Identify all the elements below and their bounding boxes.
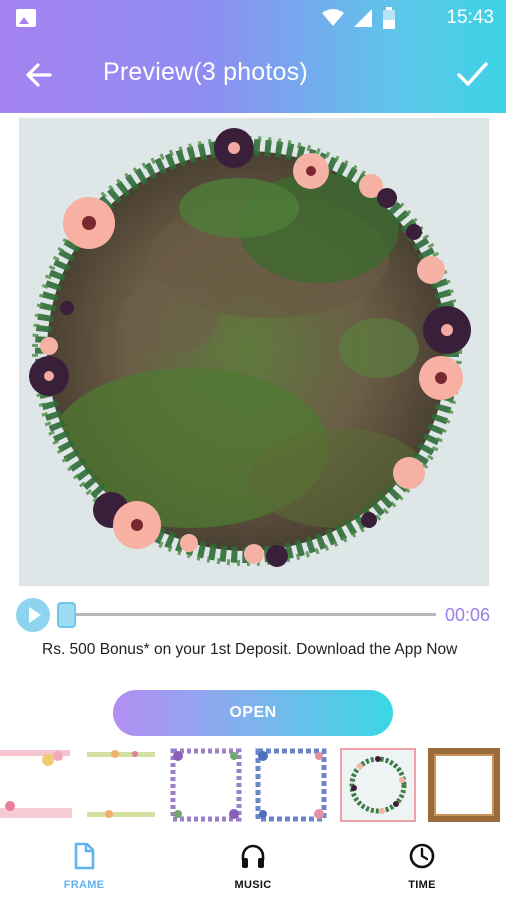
progress-thumb[interactable] <box>57 602 76 628</box>
bottom-navigation: FRAME MUSIC TIME <box>0 832 506 900</box>
nav-time-label: TIME <box>408 879 436 891</box>
nav-frame[interactable]: FRAME <box>44 842 124 898</box>
check-icon[interactable] <box>454 56 490 92</box>
frame-option-6[interactable] <box>428 748 500 822</box>
arrow-left-icon[interactable] <box>22 58 56 92</box>
nav-frame-label: FRAME <box>63 879 105 891</box>
signal-icon <box>354 9 372 27</box>
app-header: Preview(3 photos) <box>0 36 506 113</box>
page-title: Preview(3 photos) <box>103 58 308 86</box>
document-icon <box>74 842 95 870</box>
status-time: 15:43 <box>446 7 494 28</box>
clock-icon <box>409 843 435 869</box>
frame-option-4[interactable] <box>255 748 327 822</box>
framed-photo-image <box>29 128 471 567</box>
status-bar: 15:43 <box>0 0 506 36</box>
status-icons <box>322 7 396 29</box>
nav-music-label: MUSIC <box>234 879 272 891</box>
ad-text: Rs. 500 Bonus* on your 1st Deposit. Down… <box>42 641 458 658</box>
nav-music[interactable]: MUSIC <box>213 842 293 898</box>
frame-option-1[interactable] <box>0 748 72 822</box>
frame-strip[interactable] <box>0 748 506 826</box>
progress-track[interactable] <box>60 613 436 616</box>
elapsed-time: 00:06 <box>445 605 491 625</box>
open-button[interactable]: OPEN <box>113 690 393 736</box>
nav-time[interactable]: TIME <box>382 842 462 898</box>
frame-option-3[interactable] <box>170 748 242 822</box>
wifi-icon <box>322 9 344 26</box>
play-button[interactable] <box>16 598 50 632</box>
battery-icon <box>383 7 395 29</box>
gallery-notification-icon <box>16 9 36 27</box>
headphones-icon <box>241 844 265 868</box>
frame-option-2[interactable] <box>85 748 157 822</box>
frame-option-5-selected[interactable] <box>340 748 416 822</box>
photo-preview[interactable] <box>19 118 489 586</box>
